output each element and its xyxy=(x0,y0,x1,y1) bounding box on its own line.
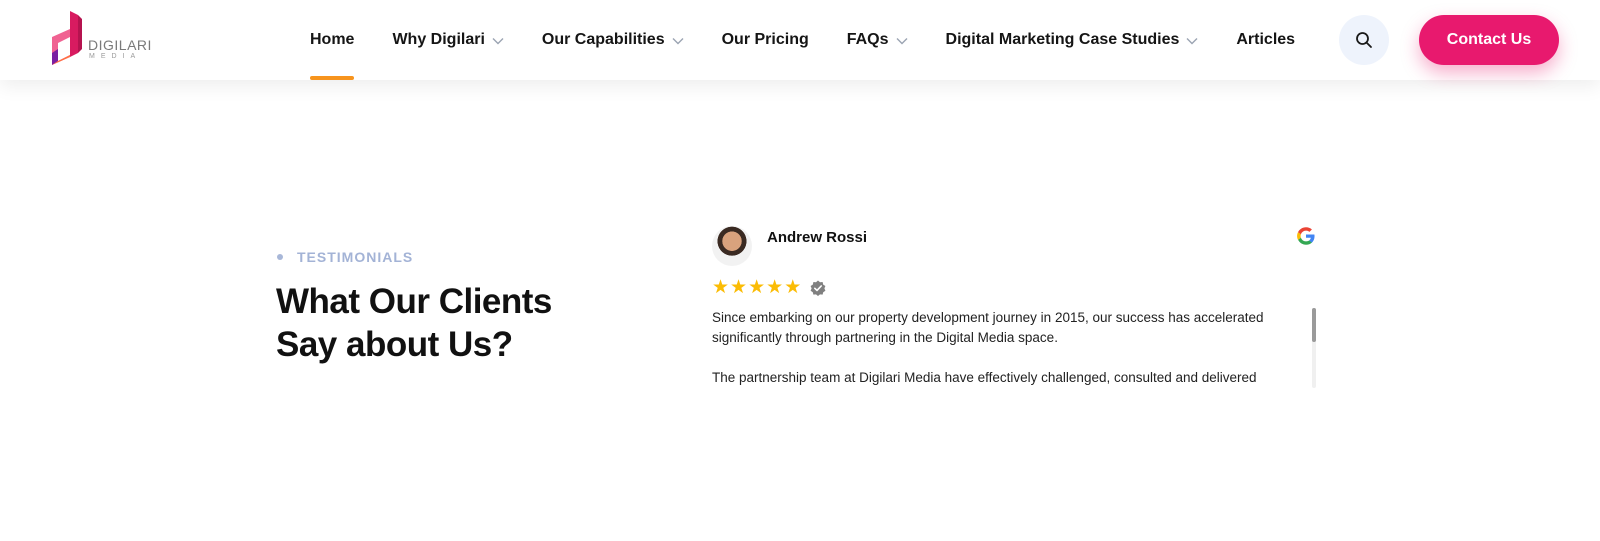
title-line-1: What Our Clients xyxy=(276,282,552,321)
nav-item-our-capabilities[interactable]: Our Capabilities xyxy=(542,0,684,80)
section-title: What Our Clients Say about Us? xyxy=(276,280,636,366)
scrollbar-thumb[interactable] xyxy=(1312,308,1316,342)
main-nav: Home Why Digilari Our Capabilities Our P… xyxy=(310,0,1333,80)
nav-item-our-pricing[interactable]: Our Pricing xyxy=(722,0,809,80)
nav-item-faqs[interactable]: FAQs xyxy=(847,0,908,80)
contact-us-button[interactable]: Contact Us xyxy=(1419,15,1559,65)
chevron-down-icon xyxy=(672,37,684,44)
section-eyebrow: TESTIMONIALS xyxy=(277,249,413,265)
review-text[interactable]: Since embarking on our property developm… xyxy=(712,308,1272,388)
review-scrollbar[interactable] xyxy=(1312,308,1316,388)
nav-item-home[interactable]: Home xyxy=(310,0,355,80)
nav-item-case-studies[interactable]: Digital Marketing Case Studies xyxy=(946,0,1199,80)
digilari-logo[interactable]: DIGILARI MEDIA xyxy=(48,9,158,71)
title-line-2: Say about Us? xyxy=(276,325,513,364)
star-icon: ★ xyxy=(712,277,730,298)
nav-item-why-digilari[interactable]: Why Digilari xyxy=(392,0,504,80)
nav-item-label: Home xyxy=(310,31,355,48)
star-rating: ★ ★ ★ ★ ★ xyxy=(712,278,826,297)
logo-text: DIGILARI xyxy=(88,37,152,53)
nav-item-label: Our Pricing xyxy=(721,31,809,48)
nav-item-label: FAQs xyxy=(846,31,889,48)
verified-badge-icon xyxy=(810,280,826,296)
star-icon: ★ xyxy=(784,277,802,298)
star-icon: ★ xyxy=(748,277,766,298)
review-paragraph: The partnership team at Digilari Media h… xyxy=(712,370,1257,385)
logo-subtext: MEDIA xyxy=(89,53,142,60)
nav-item-articles[interactable]: Articles xyxy=(1236,0,1295,80)
search-icon xyxy=(1356,32,1372,48)
logo-mark-icon xyxy=(52,11,82,65)
eyebrow-label: TESTIMONIALS xyxy=(297,249,414,265)
site-header: DIGILARI MEDIA Home Why Digilari Our Cap… xyxy=(0,0,1600,80)
chevron-down-icon xyxy=(896,37,908,44)
nav-item-label: Our Capabilities xyxy=(541,31,665,48)
chevron-down-icon xyxy=(492,37,504,44)
search-button[interactable] xyxy=(1339,15,1389,65)
star-icon: ★ xyxy=(730,277,748,298)
reviewer-name: Andrew Rossi xyxy=(767,229,868,246)
review-card: Andrew Rossi ★ ★ ★ ★ ★ Since embarking o… xyxy=(712,226,1318,391)
eyebrow-dot xyxy=(277,254,283,260)
google-icon[interactable] xyxy=(1296,226,1316,246)
chevron-down-icon xyxy=(1186,37,1198,44)
nav-item-label: Digital Marketing Case Studies xyxy=(945,31,1180,48)
review-paragraph: Since embarking on our property developm… xyxy=(712,310,1264,345)
reviewer-avatar xyxy=(712,226,752,266)
nav-item-label: Articles xyxy=(1236,31,1296,48)
star-icon: ★ xyxy=(766,277,784,298)
nav-item-label: Why Digilari xyxy=(392,31,485,48)
